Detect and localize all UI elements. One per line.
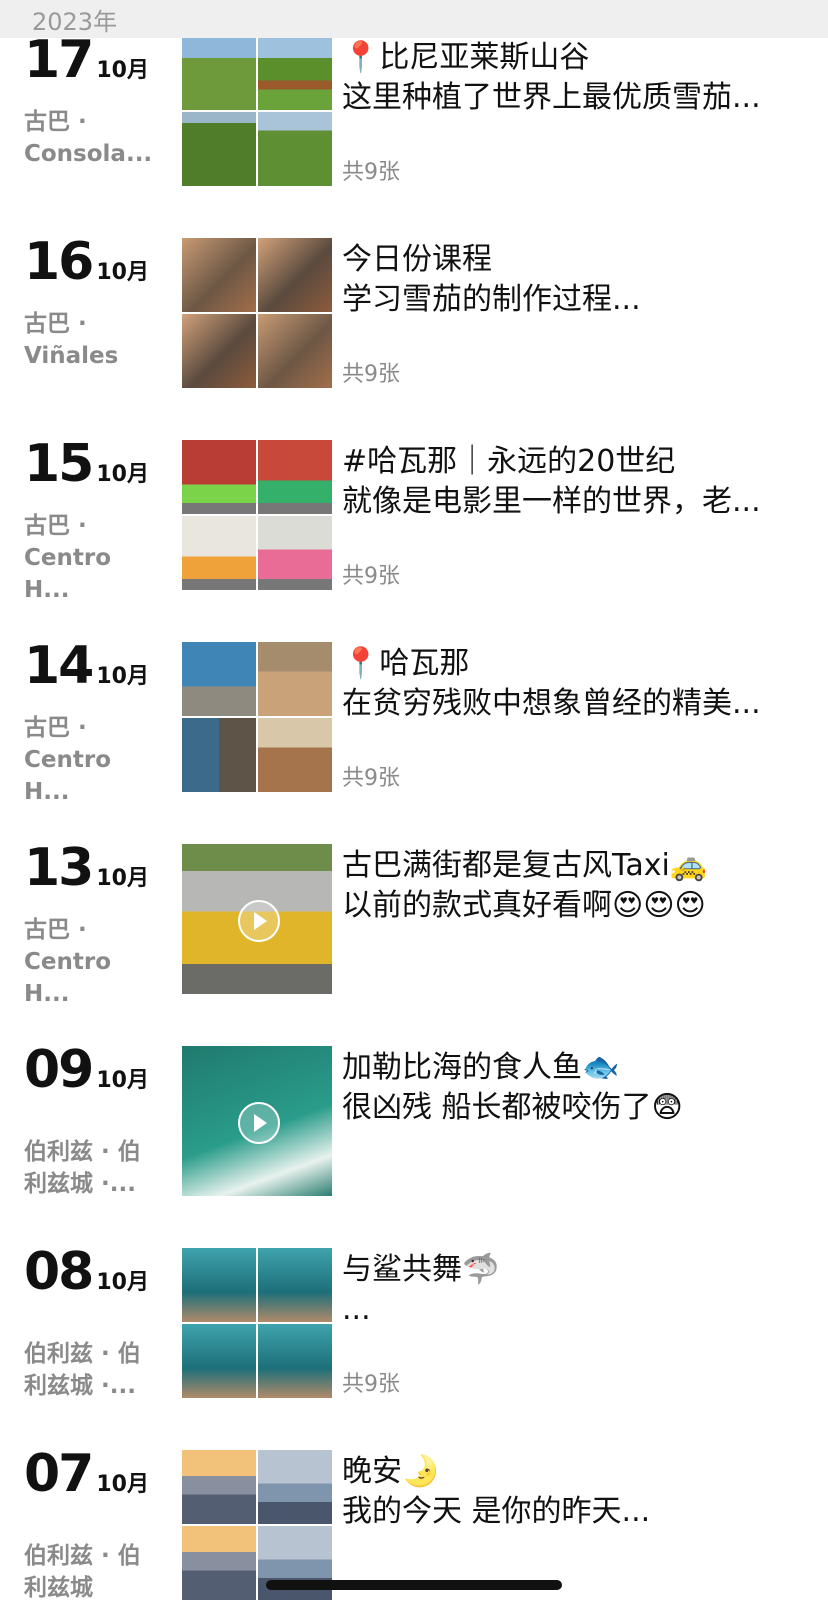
entry-date: 16 10月	[24, 232, 149, 292]
photo-grid[interactable]	[182, 1450, 332, 1600]
entry-month: 10月	[96, 1068, 149, 1093]
entry-day: 08	[24, 1242, 94, 1302]
entry-day: 17	[24, 30, 94, 90]
photo-thumbnail[interactable]	[258, 314, 332, 388]
photo-thumbnail[interactable]	[182, 1450, 256, 1524]
entry-month: 10月	[96, 462, 149, 487]
photo-grid[interactable]	[182, 36, 332, 186]
entry-title[interactable]: 📍比尼亚莱斯山谷	[342, 38, 794, 78]
entry-title[interactable]: 加勒比海的食人鱼🐟	[342, 1048, 794, 1088]
entry-date: 17 10月	[24, 30, 149, 90]
play-icon[interactable]	[238, 1102, 280, 1144]
entry-day: 07	[24, 1444, 94, 1504]
entry-date: 14 10月	[24, 636, 149, 696]
feed-entry[interactable]: 09 10月 伯利兹 · 伯 利兹城 ·... 加勒比海的食人鱼🐟 很凶残 船长都…	[0, 1040, 828, 1198]
photo-thumbnail[interactable]	[182, 112, 256, 186]
entry-month: 10月	[96, 866, 149, 891]
entry-text[interactable]: 很凶残 船长都被咬伤了😨	[342, 1088, 794, 1128]
photo-thumbnail[interactable]	[258, 516, 332, 590]
moments-feed[interactable]: 17 10月 古巴 · Consola... 📍比尼亚莱斯山谷 这里种植了世界上最…	[0, 0, 828, 1602]
entry-text[interactable]: 在贫穷残败中想象曾经的精美...	[342, 684, 794, 724]
feed-entry[interactable]: 17 10月 古巴 · Consola... 📍比尼亚莱斯山谷 这里种植了世界上最…	[0, 30, 828, 188]
entry-month: 10月	[96, 58, 149, 83]
entry-location: 古巴 · Consola...	[24, 109, 153, 167]
entry-month: 10月	[96, 260, 149, 285]
feed-entry[interactable]: 14 10月 古巴 · Centro H... 📍哈瓦那 在贫穷残败中想象曾经的精…	[0, 636, 828, 805]
photo-count: 共9张	[342, 1372, 400, 1397]
photo-thumbnail[interactable]	[182, 314, 256, 388]
photo-grid[interactable]	[182, 1248, 332, 1398]
entry-text[interactable]: ...	[342, 1290, 794, 1330]
entry-date: 13 10月	[24, 838, 149, 898]
entry-day: 15	[24, 434, 94, 494]
feed-entry[interactable]: 16 10月 古巴 · Viñales 今日份课程 学习雪茄的制作过程... 共9…	[0, 232, 828, 390]
entry-location: 伯利兹 · 伯 利兹城 ·...	[24, 1341, 141, 1399]
entry-location: 伯利兹 · 伯 利兹城	[24, 1543, 141, 1601]
entry-title[interactable]: #哈瓦那｜永远的20世纪	[342, 442, 794, 482]
photo-thumbnail[interactable]	[182, 1526, 256, 1600]
feed-entry[interactable]: 13 10月 古巴 · Centro H... 古巴满街都是复古风Taxi🚕 以前…	[0, 838, 828, 1007]
video-thumbnail[interactable]	[182, 1046, 332, 1196]
photo-thumbnail[interactable]	[182, 440, 256, 514]
entry-location: 古巴 · Centro H...	[24, 513, 111, 603]
year-header: 2023年	[0, 0, 828, 38]
photo-thumbnail[interactable]	[182, 1324, 256, 1398]
home-indicator[interactable]	[266, 1580, 562, 1590]
entry-day: 09	[24, 1040, 94, 1100]
entry-location: 古巴 · Centro H...	[24, 715, 111, 805]
entry-location: 伯利兹 · 伯 利兹城 ·...	[24, 1139, 141, 1197]
photo-thumbnail[interactable]	[258, 112, 332, 186]
photo-thumbnail[interactable]	[258, 1324, 332, 1398]
entry-title[interactable]: 与鲨共舞🦈	[342, 1250, 794, 1290]
entry-day: 13	[24, 838, 94, 898]
photo-thumbnail[interactable]	[182, 36, 256, 110]
entry-date: 07 10月	[24, 1444, 149, 1504]
photo-thumbnail[interactable]	[182, 238, 256, 312]
photo-count: 共9张	[342, 362, 400, 387]
photo-thumbnail[interactable]	[182, 516, 256, 590]
play-icon[interactable]	[238, 900, 280, 942]
entry-month: 10月	[96, 1270, 149, 1295]
photo-thumbnail[interactable]	[182, 718, 256, 792]
photo-thumbnail[interactable]	[182, 642, 256, 716]
entry-month: 10月	[96, 664, 149, 689]
photo-thumbnail[interactable]	[258, 238, 332, 312]
photo-thumbnail[interactable]	[258, 440, 332, 514]
photo-grid[interactable]	[182, 440, 332, 590]
entry-day: 16	[24, 232, 94, 292]
photo-thumbnail[interactable]	[258, 642, 332, 716]
photo-count: 共9张	[342, 766, 400, 791]
entry-date: 09 10月	[24, 1040, 149, 1100]
entry-text[interactable]: 以前的款式真好看啊😍😍😍	[342, 886, 794, 926]
photo-grid[interactable]	[182, 642, 332, 792]
entry-month: 10月	[96, 1472, 149, 1497]
entry-location: 古巴 · Centro H...	[24, 917, 111, 1007]
entry-text[interactable]: 就像是电影里一样的世界，老...	[342, 482, 794, 522]
video-thumbnail[interactable]	[182, 844, 332, 994]
entry-text[interactable]: 学习雪茄的制作过程...	[342, 280, 794, 320]
entry-text[interactable]: 这里种植了世界上最优质雪茄...	[342, 78, 794, 118]
photo-thumbnail[interactable]	[258, 718, 332, 792]
entry-title[interactable]: 古巴满街都是复古风Taxi🚕	[342, 846, 794, 886]
photo-thumbnail[interactable]	[182, 1248, 256, 1322]
entry-title[interactable]: 晚安🌛	[342, 1452, 794, 1492]
entry-date: 15 10月	[24, 434, 149, 494]
year-label: 2023年	[32, 8, 118, 36]
photo-count: 共9张	[342, 160, 400, 185]
photo-grid[interactable]	[182, 238, 332, 388]
feed-entry[interactable]: 08 10月 伯利兹 · 伯 利兹城 ·... 与鲨共舞🦈 ... 共9张	[0, 1242, 828, 1400]
photo-count: 共9张	[342, 564, 400, 589]
entry-location: 古巴 · Viñales	[24, 311, 119, 369]
feed-entry[interactable]: 15 10月 古巴 · Centro H... #哈瓦那｜永远的20世纪 就像是电…	[0, 434, 828, 603]
entry-day: 14	[24, 636, 94, 696]
photo-thumbnail[interactable]	[258, 1248, 332, 1322]
entry-title[interactable]: 📍哈瓦那	[342, 644, 794, 684]
entry-title[interactable]: 今日份课程	[342, 240, 794, 280]
entry-text[interactable]: 我的今天 是你的昨天...	[342, 1492, 794, 1532]
photo-thumbnail[interactable]	[258, 36, 332, 110]
photo-thumbnail[interactable]	[258, 1450, 332, 1524]
entry-date: 08 10月	[24, 1242, 149, 1302]
